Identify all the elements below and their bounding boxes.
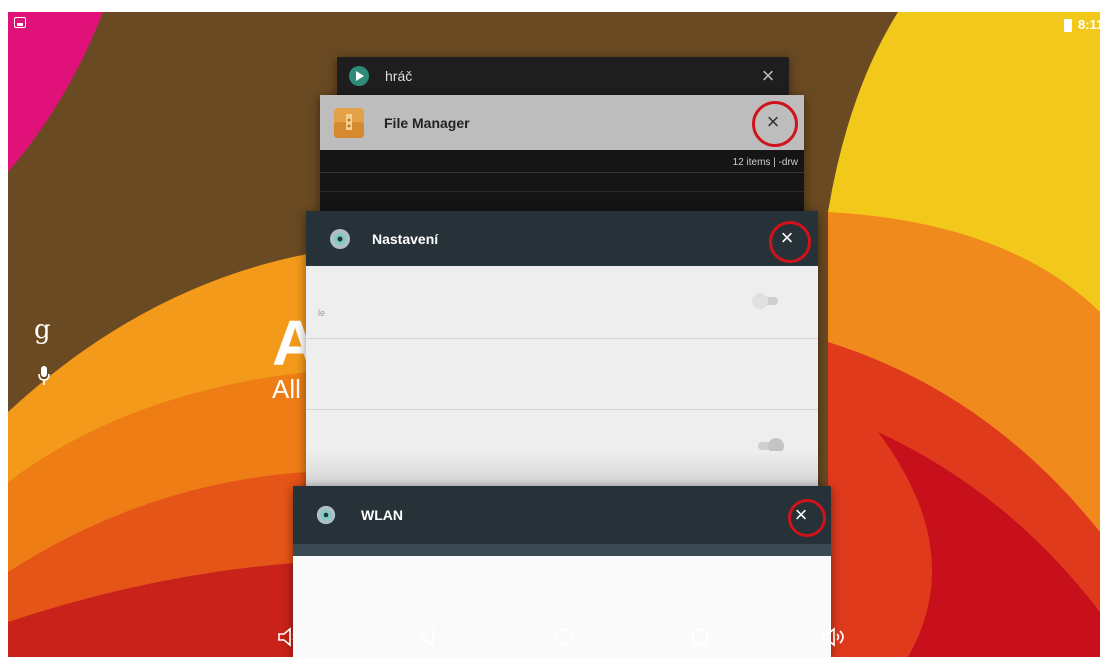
- battery-icon: [1064, 19, 1072, 32]
- screen: 8:11 g A All hráč × File Manager 12 item…: [8, 12, 1100, 657]
- clock: 8:11: [1078, 17, 1100, 32]
- gear-icon: [316, 505, 336, 525]
- play-icon: [349, 66, 369, 86]
- recent-card-title: File Manager: [384, 114, 470, 131]
- volume-down-icon[interactable]: [274, 624, 304, 650]
- recent-card-title: WLAN: [361, 507, 403, 523]
- file-manager-info: 12 items | -drw: [732, 157, 798, 168]
- divider: [306, 409, 818, 410]
- settings-row-label: le: [318, 308, 326, 318]
- mic-icon[interactable]: [38, 366, 50, 386]
- back-icon[interactable]: [413, 624, 443, 650]
- divider: [320, 172, 804, 173]
- close-button[interactable]: ×: [770, 221, 804, 255]
- folder-icon: [334, 107, 364, 138]
- status-bar: 8:11: [8, 12, 1100, 36]
- google-search-icon[interactable]: g: [34, 315, 51, 345]
- launcher-app-subtitle: All: [272, 374, 301, 404]
- recents-icon[interactable]: [685, 624, 715, 650]
- app-bar: [293, 544, 831, 556]
- gear-icon: [330, 228, 350, 249]
- close-button[interactable]: ×: [751, 59, 785, 93]
- close-button[interactable]: ×: [756, 105, 790, 139]
- home-icon[interactable]: [549, 624, 579, 650]
- close-button[interactable]: ×: [784, 498, 818, 532]
- volume-up-icon[interactable]: [820, 624, 850, 650]
- image-icon: [14, 17, 26, 28]
- toggle-switch[interactable]: [752, 293, 780, 309]
- recent-card-title: hráč: [385, 68, 413, 84]
- divider: [320, 191, 804, 192]
- recent-card-settings[interactable]: Nastavení le ×: [306, 211, 818, 501]
- navigation-bar: [8, 618, 1100, 657]
- recent-card-title: Nastavení: [372, 230, 439, 247]
- divider: [306, 338, 818, 339]
